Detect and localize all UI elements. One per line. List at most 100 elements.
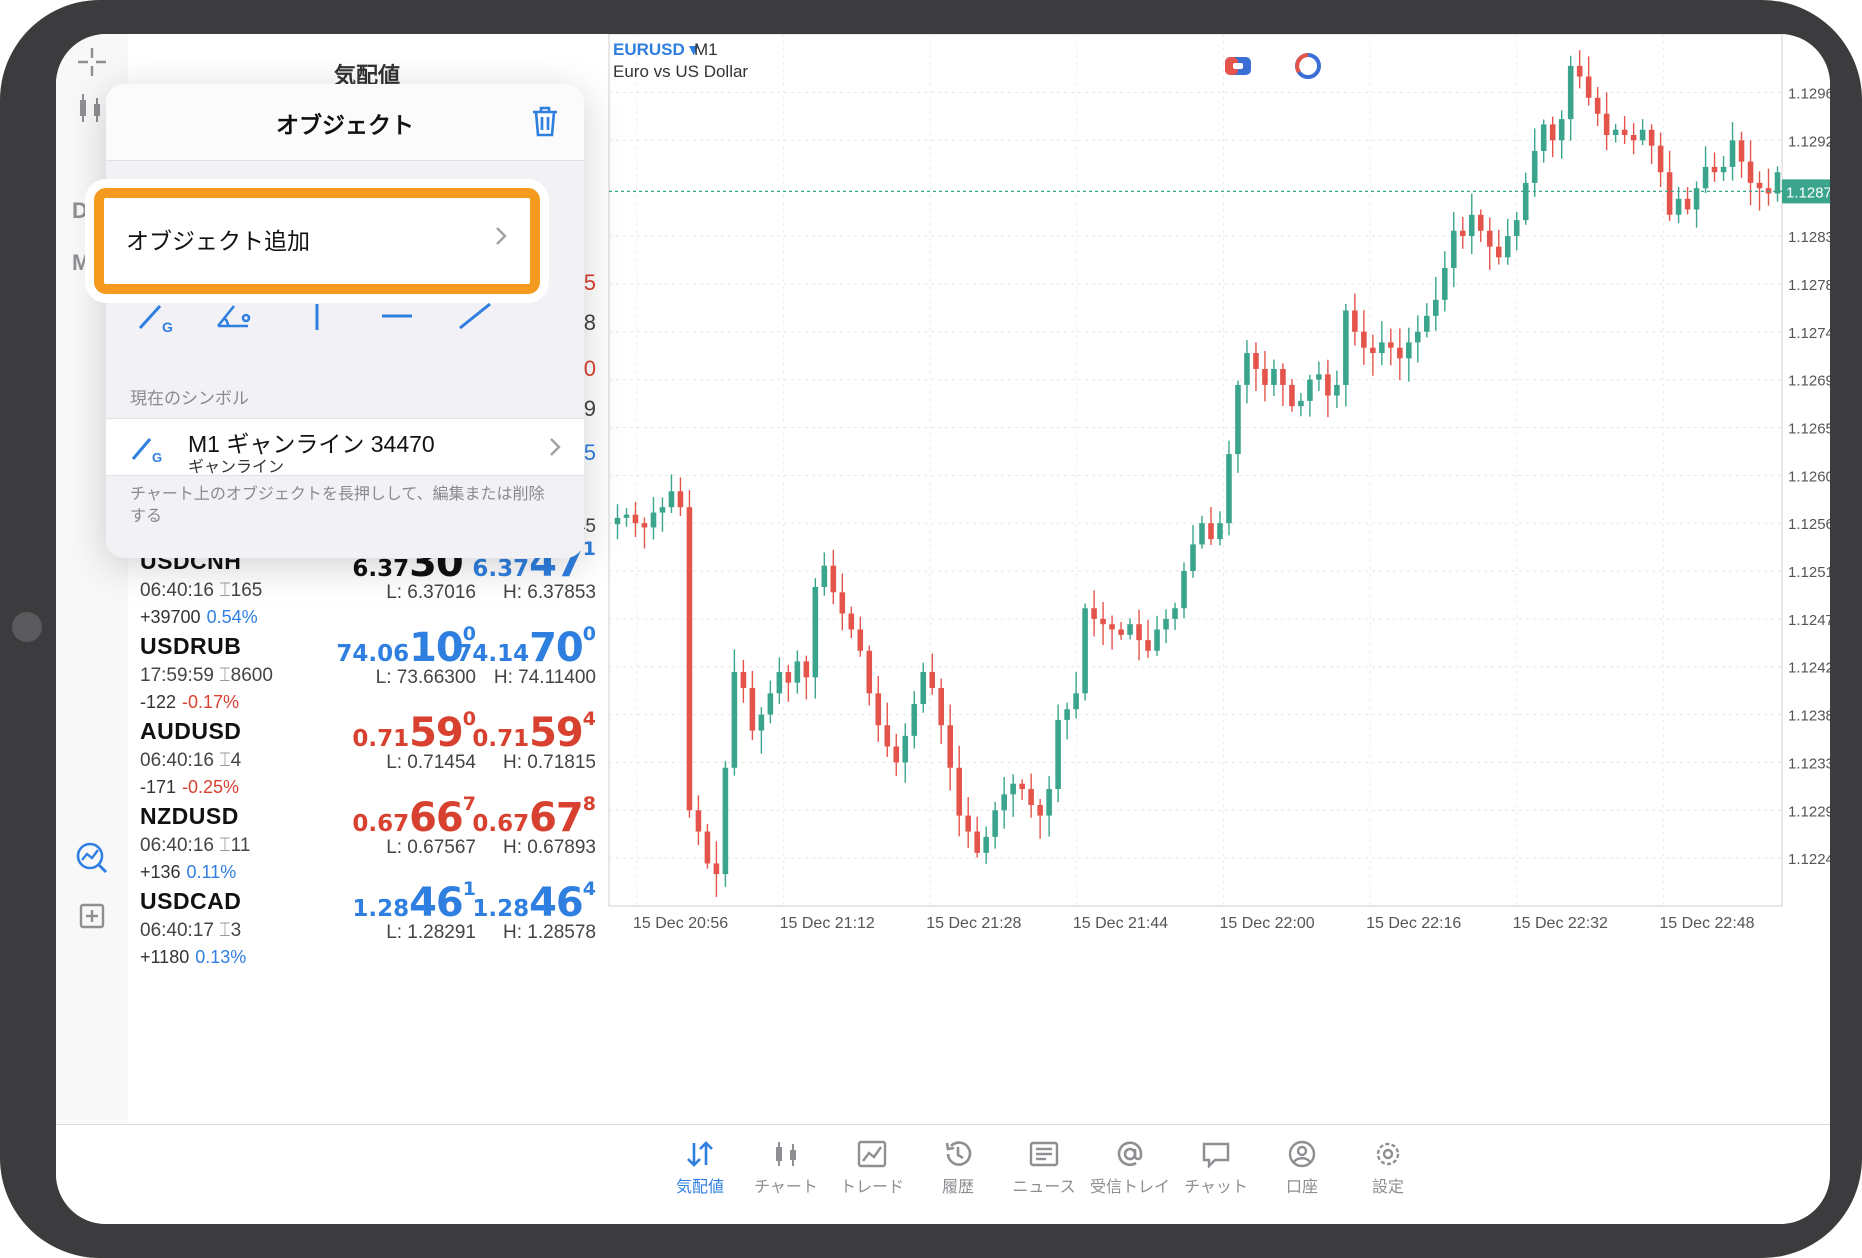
partial-digit: 9 xyxy=(583,396,596,421)
candlestick-chart[interactable]: 1.12965 1.12920 1.12830 1.12785 1.12740 1.126… xyxy=(606,34,1830,1124)
add-object-label: オブジェクト追加 xyxy=(126,228,310,254)
app-screen: D M1 気配値 06:40:18 ⌶5L: 113.981H: 114.245… xyxy=(56,34,1830,1224)
candle-body xyxy=(695,810,702,832)
gann-line-icon[interactable]: G xyxy=(134,296,184,336)
ask-price[interactable]: 0.67678 xyxy=(472,793,596,841)
tab-trade[interactable]: トレード xyxy=(822,1133,922,1197)
bottom-tab-bar: 気配値 チャート トレード 履歴 ニュース 受信トレイ チャット 口座 設定 xyxy=(56,1124,1830,1224)
add-object-button[interactable]: オブジェクト追加 xyxy=(94,188,540,294)
y-tick-label: 1.12380 xyxy=(1788,708,1830,725)
candle-body xyxy=(1450,230,1457,268)
tab-mailbox[interactable]: 受信トレイ xyxy=(1080,1133,1180,1197)
tab-quotes[interactable]: 気配値 xyxy=(650,1133,750,1197)
candle-body xyxy=(1549,124,1556,141)
section-label: 現在のシンボル xyxy=(130,389,249,408)
plot-frame xyxy=(608,34,1783,907)
candle-body xyxy=(1136,624,1142,641)
horizontal-line-icon[interactable] xyxy=(372,296,422,336)
ask-price[interactable]: 0.71594 xyxy=(472,708,596,756)
candle-body xyxy=(1325,374,1331,396)
settings-icon xyxy=(1376,1142,1400,1166)
candle-body xyxy=(1154,629,1160,651)
candle-body xyxy=(1747,161,1754,183)
candle-body xyxy=(1199,523,1205,545)
bid-price[interactable]: 0.71590 xyxy=(352,708,476,756)
partial-digit: 5 xyxy=(583,270,596,295)
quote-time: 06:40:16 ⌶4 xyxy=(140,750,242,771)
candle-body xyxy=(1145,640,1151,651)
candle-body xyxy=(803,661,810,678)
candle-body xyxy=(929,672,936,688)
ask-price[interactable]: 1.28464 xyxy=(472,878,596,926)
candle-body xyxy=(731,672,738,768)
candle-body xyxy=(758,714,765,731)
indicators-icon[interactable] xyxy=(70,838,114,878)
crosshair-icon[interactable] xyxy=(70,42,114,82)
candle-body xyxy=(749,688,756,731)
rail-letter-d: D xyxy=(72,198,88,223)
one-click-trading-icon[interactable] xyxy=(1222,50,1254,82)
tab-chart[interactable]: チャート xyxy=(736,1133,836,1197)
candle-body xyxy=(821,565,828,587)
candle-body xyxy=(1459,230,1466,237)
chevron-right-icon xyxy=(548,435,562,459)
object-list-item[interactable]: G M1 ギャンライン 34470 ギャンライン xyxy=(106,418,584,476)
tab-account[interactable]: 口座 xyxy=(1252,1133,1352,1197)
candle-body xyxy=(1648,129,1655,146)
quote-time: 06:40:17 ⌶3 xyxy=(140,920,242,941)
bid-price[interactable]: 0.67667 xyxy=(352,793,476,841)
quote-high: H: 1.28578 xyxy=(503,922,596,943)
tab-label: 口座 xyxy=(1285,1179,1318,1196)
candle-body xyxy=(1379,342,1385,354)
candle-body xyxy=(1217,523,1223,540)
candle-body xyxy=(1253,353,1259,369)
tab-label: 設定 xyxy=(1371,1179,1404,1196)
candle-body xyxy=(1666,172,1673,215)
chart-symbol-text: EURUSD xyxy=(613,40,685,59)
candle-body xyxy=(785,672,792,683)
y-tick-label: 1.12425 xyxy=(1788,660,1830,677)
candle-body xyxy=(1388,342,1394,348)
y-tick-label: 1.12785 xyxy=(1788,277,1830,294)
candle-body xyxy=(893,746,900,763)
tab-news[interactable]: ニュース xyxy=(994,1133,1094,1197)
signal-icon[interactable] xyxy=(1292,50,1324,82)
candle-body xyxy=(1397,347,1403,359)
tab-chat[interactable]: チャット xyxy=(1166,1133,1266,1197)
svg-text:G: G xyxy=(152,450,162,463)
tab-label: 受信トレイ xyxy=(1089,1179,1170,1196)
candle-body xyxy=(1235,384,1241,455)
candle-body xyxy=(740,672,747,688)
candle-body xyxy=(632,514,639,524)
candle-body xyxy=(1594,97,1601,114)
add-object-icon[interactable] xyxy=(70,896,114,936)
chart-area[interactable]: 1.12965 1.12920 1.12830 1.12785 1.12740 1.126… xyxy=(606,34,1830,1124)
bid-price[interactable]: 74.06100 xyxy=(336,623,476,671)
tab-label: 履歴 xyxy=(941,1179,974,1196)
tab-label: ニュース xyxy=(1012,1179,1076,1196)
ask-price[interactable]: 74.14700 xyxy=(456,623,596,671)
candle-body xyxy=(1729,140,1736,167)
quote-time: 06:40:16 ⌶165 xyxy=(140,580,263,601)
bid-price[interactable]: 1.28461 xyxy=(352,878,476,926)
candle-body xyxy=(1127,624,1133,635)
quote-symbol: USDRUB xyxy=(140,633,242,659)
quote-time: 06:40:16 ⌶11 xyxy=(140,835,251,856)
candle-body xyxy=(1711,166,1718,173)
trash-icon[interactable] xyxy=(530,104,560,138)
candle-body xyxy=(1567,65,1574,120)
y-tick-label: 1.12965 xyxy=(1788,85,1830,102)
candle-body xyxy=(965,815,971,832)
candle-body xyxy=(668,491,675,508)
home-button xyxy=(12,612,42,642)
tab-settings[interactable]: 設定 xyxy=(1338,1133,1438,1197)
vertical-line-icon[interactable] xyxy=(292,296,342,336)
gann-fan-icon[interactable] xyxy=(212,296,262,336)
candle-body xyxy=(1190,544,1196,572)
tab-history[interactable]: 履歴 xyxy=(908,1133,1008,1197)
chart-symbol[interactable]: EURUSD ▾ xyxy=(613,40,698,60)
candle-body xyxy=(884,725,891,747)
trend-line-icon[interactable] xyxy=(450,296,500,336)
quote-row[interactable]: +1180 0.13% xyxy=(128,945,606,1046)
y-tick-label: 1.12695 xyxy=(1788,373,1830,390)
